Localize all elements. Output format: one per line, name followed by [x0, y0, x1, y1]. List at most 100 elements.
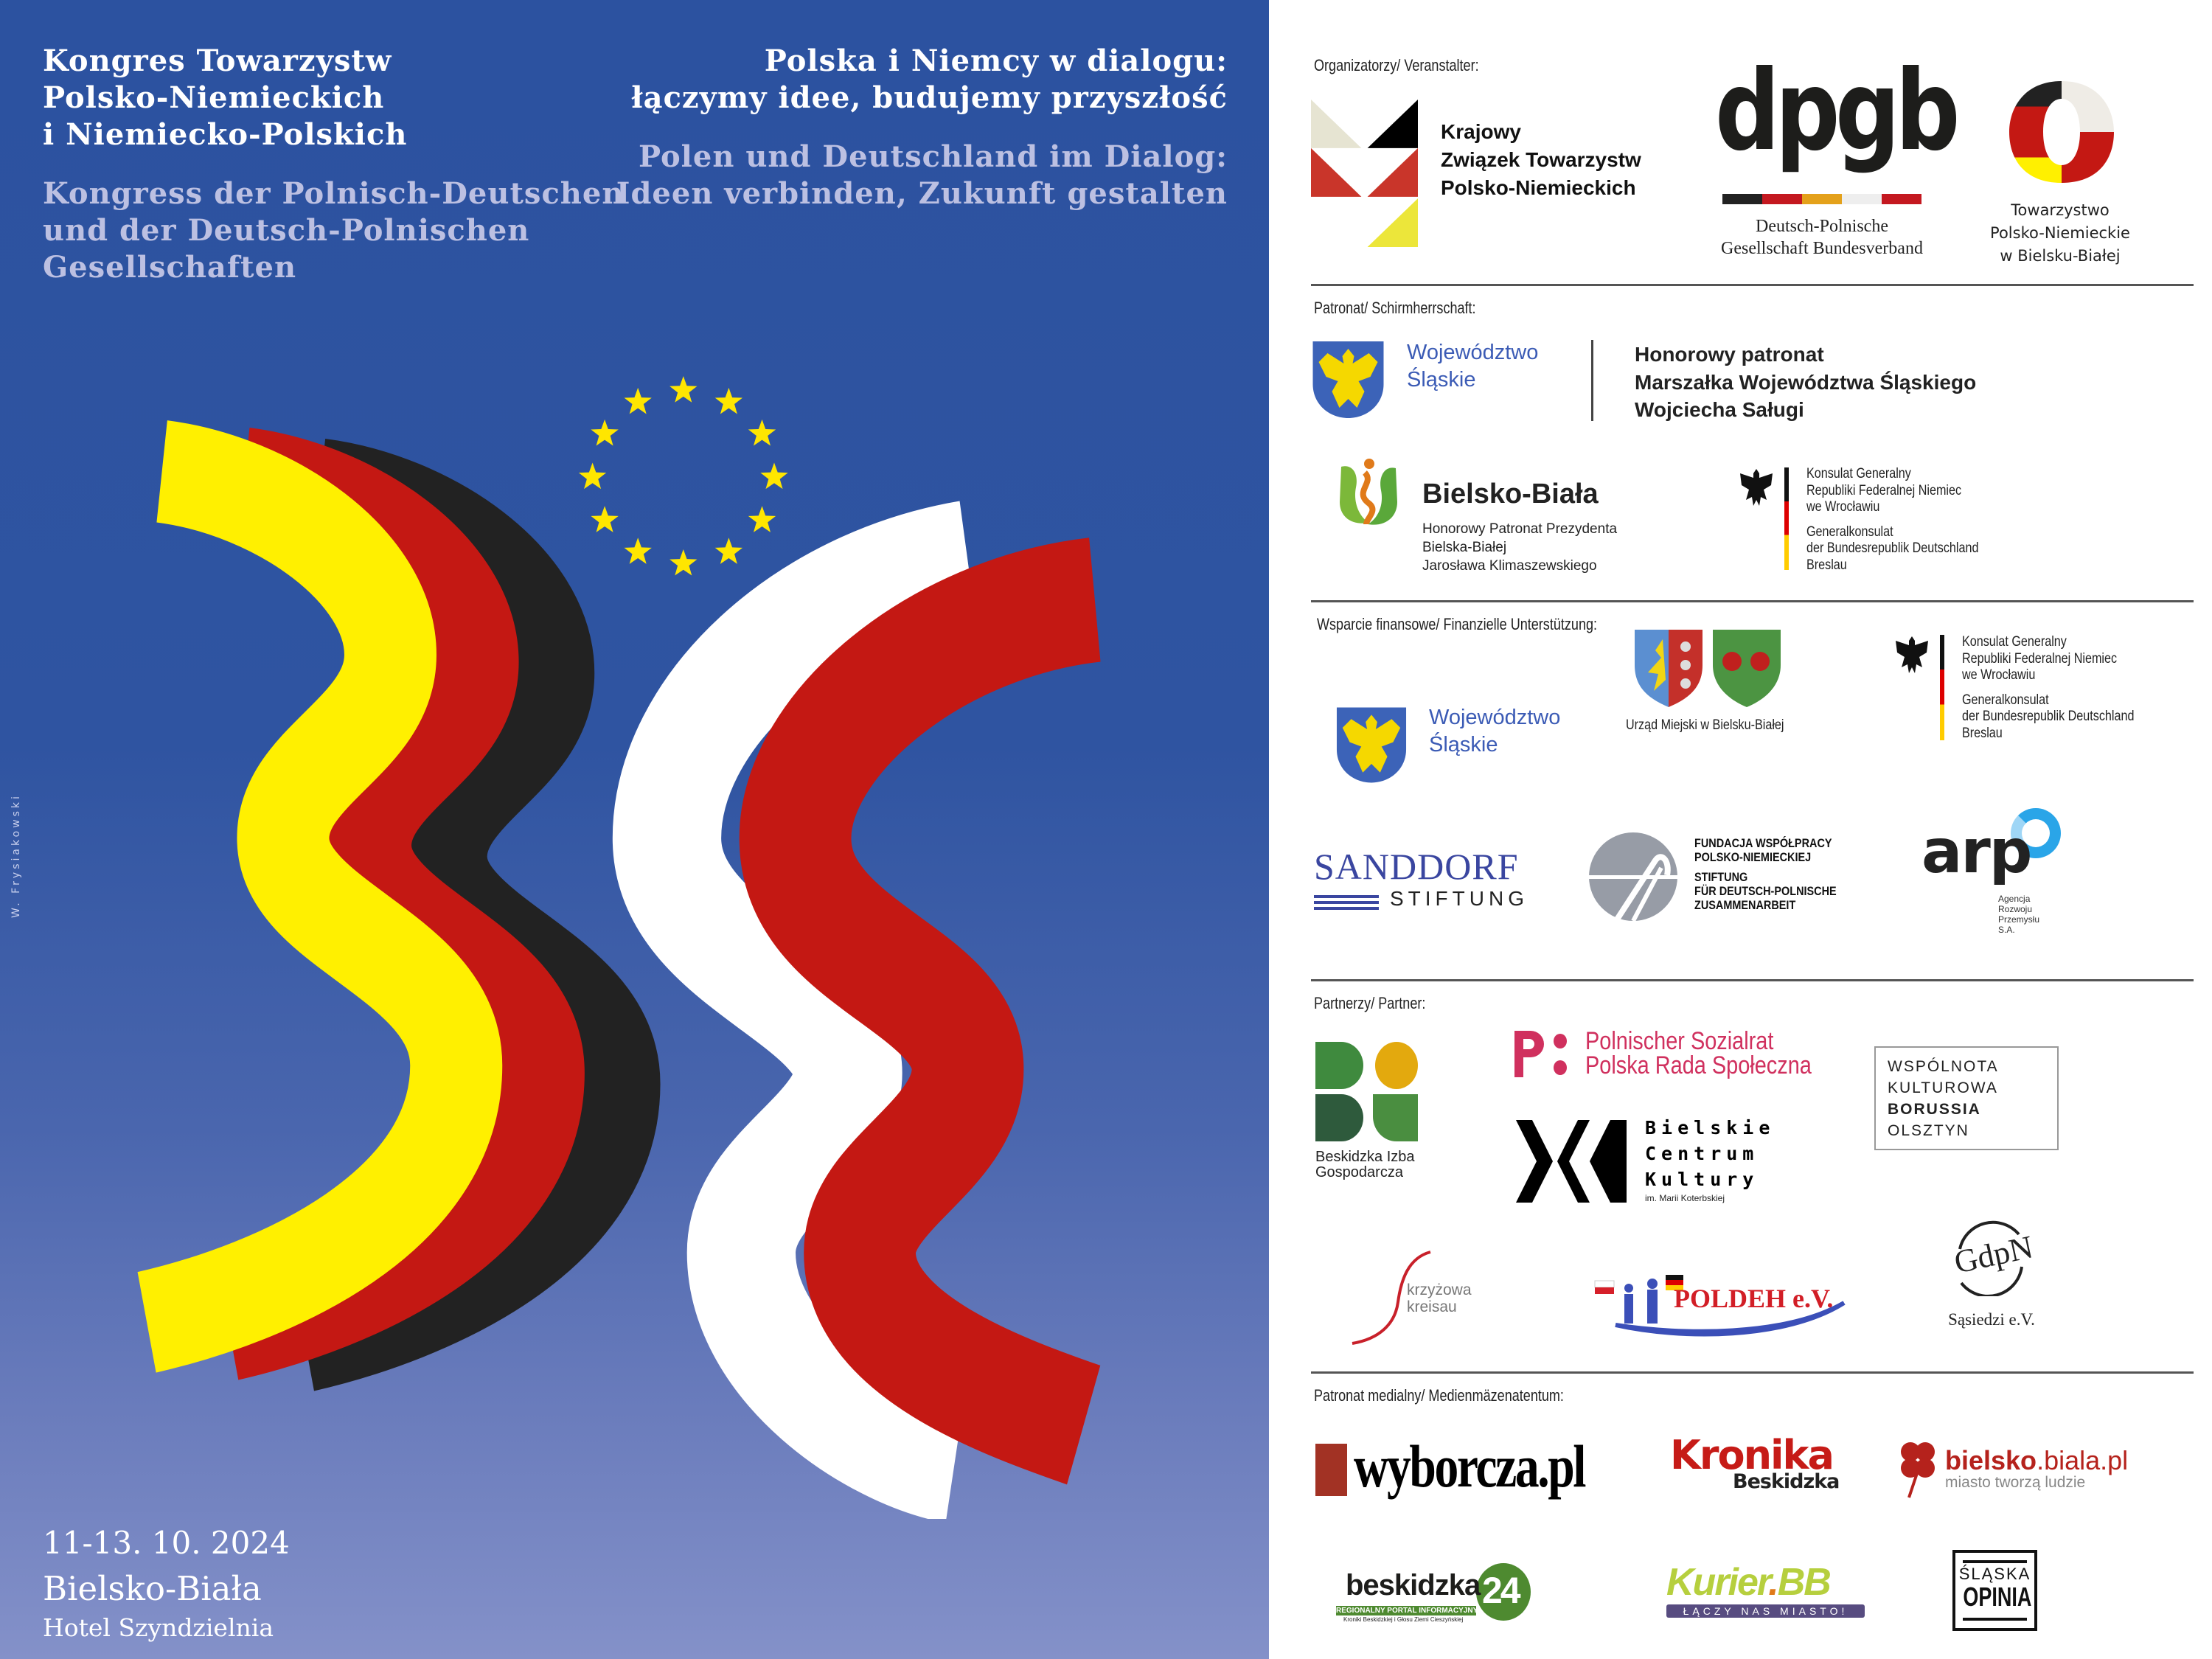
- bielsko-biala-patronage-text: Honorowy Patronat Prezydenta Bielska-Bia…: [1422, 520, 1617, 575]
- bck-subtext: im. Marii Koterbskiej: [1645, 1193, 1725, 1203]
- bck-line: Bielskie: [1645, 1117, 1775, 1138]
- borussia-line: OLSZTYN: [1888, 1122, 1969, 1139]
- event-city: Bielsko-Biała: [43, 1569, 262, 1608]
- motto-de-line: Polen und Deutschland im Dialog:: [639, 139, 1228, 174]
- tpn-line: Polsko-Niemieckie: [1990, 224, 2130, 242]
- poster-panel: Kongres Towarzystw Polsko-Niemieckich i …: [0, 0, 1269, 1659]
- fwpn-logo-icon: [1587, 832, 1679, 922]
- section-label-patronage: Patronat/ Schirmherrschaft:: [1314, 299, 1476, 317]
- german-flag-bar: [1940, 635, 1944, 740]
- german-eagle-icon: [1740, 469, 1773, 506]
- eu-star-icon: [669, 376, 698, 403]
- kzt-line: Krajowy: [1441, 120, 1521, 143]
- arp-line: Rozwoju: [1998, 904, 2033, 914]
- motto-pl-line: łączymy idee, budujemy przyszłość: [631, 80, 1228, 115]
- title-de-line: Kongress der Polnisch-Deutschen: [43, 176, 625, 211]
- eu-star-icon: [714, 538, 743, 564]
- eu-star-icon: [714, 387, 743, 414]
- bielsko-biala-logo-icon: [1340, 459, 1397, 525]
- section-label-organizers: Organizatorzy/ Veranstalter:: [1314, 56, 1479, 74]
- sozialrat-text: Polnischer Sozialrat Polska Rada Społecz…: [1585, 1029, 1812, 1078]
- opinia-rule: [1963, 1560, 2027, 1563]
- tpn-line: Towarzystwo: [2011, 201, 2110, 219]
- consulate-line: Generalkonsulat: [1806, 524, 1893, 540]
- dpgb-color-bar: [1722, 194, 1921, 204]
- opinia-bottom: OPINIA: [1963, 1582, 2032, 1612]
- sozialrat-line: Polska Rada Społeczna: [1585, 1051, 1812, 1079]
- beskidzka24-sub: REGIONALNY PORTAL INFORMACYJNY: [1336, 1606, 1478, 1615]
- page: Kongres Towarzystw Polsko-Niemieckich i …: [0, 0, 2212, 1659]
- fwpn-line: FÜR DEUTSCH-POLNISCHE: [1694, 884, 1837, 898]
- kurier-bb: BB: [1777, 1561, 1832, 1604]
- dpgb-logo: dpgb: [1715, 47, 1961, 175]
- bielskobiala-name: bielsko.biala.pl: [1945, 1445, 2128, 1476]
- title-pl-line: i Niemiecko-Polskich: [43, 117, 408, 152]
- poldeh-name: POLDEH e.V.: [1674, 1284, 1834, 1313]
- borussia-line: BORUSSIA: [1888, 1101, 1981, 1118]
- title-de: Kongress der Polnisch-Deutschen und der …: [43, 175, 624, 286]
- tpn-ring-logo-icon: [2009, 81, 2114, 183]
- opinia-rule: [1963, 1618, 2027, 1621]
- arp-line: Agencja: [1998, 894, 2031, 904]
- kurier-logo: Kurier.BB: [1666, 1560, 1832, 1604]
- slaskie-line: Województwo: [1407, 341, 1539, 364]
- eu-star-icon: [624, 538, 652, 564]
- beskidzka24-sub2: Kroniki Beskidzkiej i Głosu Ziemi Cieszy…: [1343, 1616, 1464, 1623]
- consulate-line: der Bundesrepublik Deutschland: [1806, 540, 1979, 556]
- section-label-funding: Wsparcie finansowe/ Finanzielle Unterstü…: [1317, 615, 1598, 633]
- section-label-media: Patronat medialny/ Medienmäzenatentum:: [1314, 1386, 1564, 1405]
- beskidzka24-name: beskidzka: [1346, 1569, 1481, 1601]
- vertical-divider: [1591, 340, 1593, 421]
- title-pl: Kongres Towarzystw Polsko-Niemieckich i …: [43, 43, 407, 153]
- bielskobiala-tagline: miasto tworzą ludzie: [1945, 1474, 2086, 1491]
- consulate-line: Konsulat Generalny: [1962, 634, 2067, 650]
- bck-text: Bielskie Centrum Kultury: [1645, 1115, 1775, 1192]
- kzt-logo-text: Krajowy Związek Towarzystw Polsko-Niemie…: [1441, 118, 1641, 202]
- borussia-line: KULTUROWA: [1888, 1079, 1998, 1096]
- slaskie-line: Śląskie: [1429, 733, 1498, 757]
- motto-de-line: Ideen verbinden, Zukunft gestalten: [616, 176, 1228, 211]
- event-date: 11-13. 10. 2024: [43, 1525, 290, 1561]
- eu-star-icon: [591, 419, 619, 446]
- fwpn-line: POLSKO-NIEMIECKIEJ: [1694, 850, 1812, 864]
- bielskobiala-name-b: .biala.pl: [2037, 1445, 2129, 1475]
- sanddorf-logo-name: SANDDORF: [1314, 846, 1519, 887]
- sasiedzi-name: Sąsiedzi e.V.: [1948, 1310, 2035, 1329]
- tpn-text: Towarzystwo Polsko-Niemieckie w Bielsku-…: [1979, 199, 2141, 268]
- big-line: Gospodarcza: [1315, 1164, 1403, 1180]
- big-text: Beskidzka Izba Gospodarcza: [1315, 1150, 1415, 1180]
- consulate-text: Konsulat Generalny Republiki Federalnej …: [1806, 466, 1978, 574]
- divider: [1311, 284, 2194, 286]
- krzyzowa-line: kreisau: [1407, 1298, 1457, 1315]
- slaskie-line: Śląskie: [1407, 368, 1476, 392]
- german-flag-bar: [1784, 467, 1789, 570]
- marshal-line: Wojciecha Saługi: [1635, 398, 1804, 421]
- slaskie-coat-of-arms-icon: [1312, 341, 1384, 418]
- consulate-line: Breslau: [1806, 557, 1847, 573]
- motto-pl-line: Polska i Niemcy w dialogu:: [764, 44, 1228, 78]
- eu-star-icon: [669, 549, 698, 576]
- wyborcza-logo: wyborcza.pl: [1354, 1433, 1587, 1500]
- title-de-line: und der Deutsch-Polnischen: [43, 213, 530, 248]
- sozialrat-line: Polnischer Sozialrat: [1585, 1027, 1774, 1055]
- big-line: Beskidzka Izba: [1315, 1149, 1415, 1165]
- eu-star-icon: [748, 419, 776, 446]
- bielsko-line: Bielska-Białej: [1422, 540, 1507, 555]
- arp-line: S.A.: [1998, 925, 2015, 935]
- kurier-dot: .: [1768, 1561, 1779, 1604]
- beskidzka24-number: 24: [1482, 1570, 1521, 1611]
- dpgb-line: Gesellschaft Bundesverband: [1721, 239, 1923, 258]
- bielsko-biala-name: Bielsko-Biała: [1422, 479, 1599, 509]
- dpgb-line: Deutsch-Polnische: [1756, 217, 1888, 236]
- consulate-text-funding: Konsulat Generalny Republiki Federalnej …: [1962, 634, 2134, 742]
- divider: [1311, 600, 2194, 602]
- kurier-tagline: ŁĄCZY NAS MIASTO!: [1666, 1604, 1865, 1618]
- bck-logo-icon: [1516, 1120, 1627, 1203]
- motto-de: Polen und Deutschland im Dialog: Ideen v…: [616, 139, 1228, 212]
- slaskie-text: Województwo Śląskie: [1407, 339, 1538, 394]
- waves-graphic: [137, 376, 1102, 1519]
- arp-line: Przemysłu: [1998, 914, 2040, 925]
- kzt-line: Polsko-Niemieckich: [1441, 176, 1636, 199]
- kzt-logo-icon: [1311, 100, 1418, 247]
- bck-line: Centrum: [1645, 1143, 1759, 1164]
